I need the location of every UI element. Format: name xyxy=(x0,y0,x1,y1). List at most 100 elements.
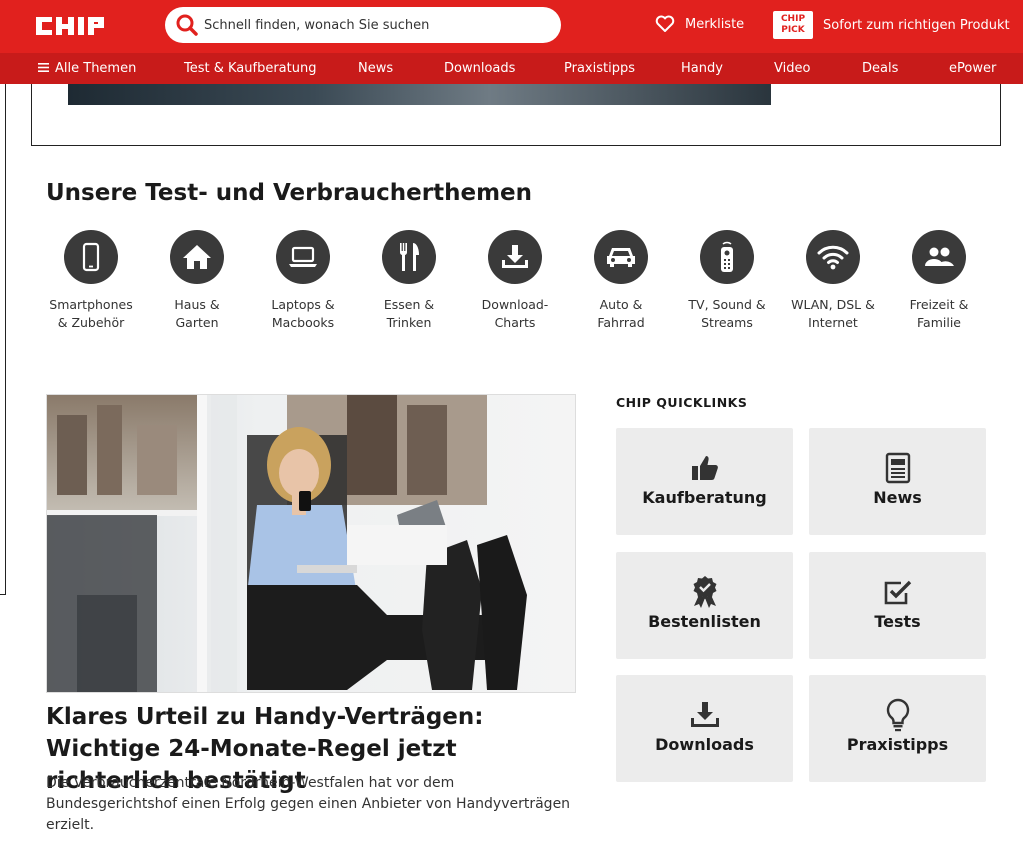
quicklink-icon-wrap xyxy=(616,697,793,733)
smartphone-icon xyxy=(82,242,100,272)
theme-label-line2: Charts xyxy=(494,315,536,330)
quicklink-kaufberatung[interactable]: Kaufberatung xyxy=(616,428,793,535)
theme-wlan-dsl[interactable]: WLAN, DSL & Internet xyxy=(780,230,886,332)
theme-label-line2: Garten xyxy=(175,315,219,330)
quicklink-label: News xyxy=(873,488,922,507)
theme-essen-trinken[interactable]: Essen & Trinken xyxy=(356,230,462,332)
download-tray-icon xyxy=(690,702,719,727)
quicklink-downloads[interactable]: Downloads xyxy=(616,675,793,782)
theme-download-charts[interactable]: Download- Charts xyxy=(462,230,568,332)
people-icon xyxy=(925,247,954,266)
search-input[interactable] xyxy=(204,17,544,33)
quicklink-label: Downloads xyxy=(655,735,754,754)
pick-label: Sofort zum richtigen Produkt xyxy=(823,17,1010,33)
chip-pick-badge: CHIP PICK xyxy=(773,11,813,39)
top-header: Merkliste CHIP PICK Sofort zum richtigen… xyxy=(0,0,1023,53)
pick-badge-line1: CHIP xyxy=(780,14,806,24)
nav-item-test-kaufberatung[interactable]: Test & Kaufberatung xyxy=(184,53,316,84)
nav-item-label: Handy xyxy=(681,61,723,76)
quicklink-label: Tests xyxy=(874,612,921,631)
theme-label-line2: Trinken xyxy=(386,315,432,330)
theme-icon-circle xyxy=(170,230,224,284)
theme-label-line1: Haus & xyxy=(174,297,220,312)
theme-label: TV, Sound & Streams xyxy=(674,296,780,332)
theme-freizeit-familie[interactable]: Freizeit & Familie xyxy=(886,230,992,332)
theme-tv-sound[interactable]: TV, Sound & Streams xyxy=(674,230,780,332)
theme-auto-fahrrad[interactable]: Auto & Fahrrad xyxy=(568,230,674,332)
chip-logo[interactable] xyxy=(36,14,112,38)
quicklink-label: Kaufberatung xyxy=(642,488,767,507)
nav-item-alle-themen[interactable]: Alle Themen xyxy=(38,53,136,84)
quicklink-label: Praxistipps xyxy=(846,735,949,754)
nav-item-praxistipps[interactable]: Praxistipps xyxy=(564,53,635,84)
merkliste-label: Merkliste xyxy=(685,16,745,32)
nav-item-downloads[interactable]: Downloads xyxy=(444,53,515,84)
quicklink-icon-wrap xyxy=(809,697,986,733)
nav-item-handy[interactable]: Handy xyxy=(681,53,723,84)
theme-label-line1: Smartphones xyxy=(49,297,133,312)
theme-icon-circle xyxy=(594,230,648,284)
nav-item-deals[interactable]: Deals xyxy=(862,53,898,84)
download-icon xyxy=(502,245,528,268)
theme-icon-circle xyxy=(700,230,754,284)
nav-item-label: Alle Themen xyxy=(55,61,137,76)
quicklinks-title: CHIP QUICKLINKS xyxy=(616,395,748,410)
chip-pick-link[interactable]: CHIP PICK Sofort zum richtigen Produkt xyxy=(773,11,1010,39)
nav-item-epower[interactable]: ePower xyxy=(949,53,996,84)
theme-label-line1: Freizeit & xyxy=(909,297,969,312)
hero-photo xyxy=(47,395,575,692)
side-ad-border-bottom xyxy=(0,594,6,595)
theme-icon-circle xyxy=(382,230,436,284)
theme-icon-circle xyxy=(276,230,330,284)
article-hero-image[interactable] xyxy=(46,394,576,693)
themes-section-title: Unsere Test- und Verbraucherthemen xyxy=(46,180,533,206)
wifi-icon xyxy=(817,245,849,270)
heart-icon xyxy=(655,15,675,32)
nav-item-label: Test & Kaufberatung xyxy=(184,61,317,76)
quicklink-label: Bestenlisten xyxy=(648,612,761,631)
quicklink-news[interactable]: News xyxy=(809,428,986,535)
laptop-icon xyxy=(289,246,317,267)
theme-smartphones[interactable]: Smartphones & Zubehör xyxy=(38,230,144,332)
theme-icon-circle xyxy=(912,230,966,284)
theme-label: Freizeit & Familie xyxy=(886,296,992,332)
quicklink-tests[interactable]: Tests xyxy=(809,552,986,659)
nav-item-label: ePower xyxy=(949,61,997,76)
theme-icon-circle xyxy=(64,230,118,284)
theme-laptops[interactable]: Laptops & Macbooks xyxy=(250,230,356,332)
nav-item-label: Downloads xyxy=(444,61,516,76)
quicklink-bestenlisten[interactable]: Bestenlisten xyxy=(616,552,793,659)
theme-label: Haus & Garten xyxy=(144,296,250,332)
search-icon[interactable] xyxy=(170,7,204,43)
lightbulb-icon xyxy=(886,698,909,732)
thumbs-up-icon xyxy=(691,456,718,480)
nav-item-video[interactable]: Video xyxy=(774,53,810,84)
themes-list: Smartphones & Zubehör Haus & Garten Lapt… xyxy=(38,230,998,340)
theme-label-line1: Auto & xyxy=(599,297,643,312)
quicklink-praxistipps[interactable]: Praxistipps xyxy=(809,675,986,782)
quicklink-icon-wrap xyxy=(616,450,793,486)
pick-badge-line2: PICK xyxy=(781,25,805,35)
theme-label: Smartphones & Zubehör xyxy=(38,296,144,332)
theme-label-line1: Essen & xyxy=(383,297,435,312)
theme-label-line2: Streams xyxy=(701,315,753,330)
checkbox-icon xyxy=(884,580,911,605)
nav-item-label: Praxistipps xyxy=(564,61,635,76)
merkliste-link[interactable]: Merkliste xyxy=(655,15,744,33)
ad-banner-image[interactable] xyxy=(68,84,771,105)
theme-label: Essen & Trinken xyxy=(356,296,462,332)
search-bar[interactable] xyxy=(165,7,561,43)
car-icon xyxy=(607,248,635,267)
theme-label-line2: & Zubehör xyxy=(57,315,125,330)
quicklink-icon-wrap xyxy=(809,450,986,486)
main-navigation: Alle Themen Test & Kaufberatung News Dow… xyxy=(0,53,1023,84)
side-ad-border xyxy=(5,84,6,595)
theme-icon-circle xyxy=(488,230,542,284)
remote-icon xyxy=(721,241,733,272)
nav-item-news[interactable]: News xyxy=(358,53,393,84)
theme-label: WLAN, DSL & Internet xyxy=(780,296,886,332)
theme-haus-garten[interactable]: Haus & Garten xyxy=(144,230,250,332)
quicklink-icon-wrap xyxy=(616,574,793,610)
quicklink-icon-wrap xyxy=(809,574,986,610)
theme-label-line1: WLAN, DSL & xyxy=(791,297,875,312)
